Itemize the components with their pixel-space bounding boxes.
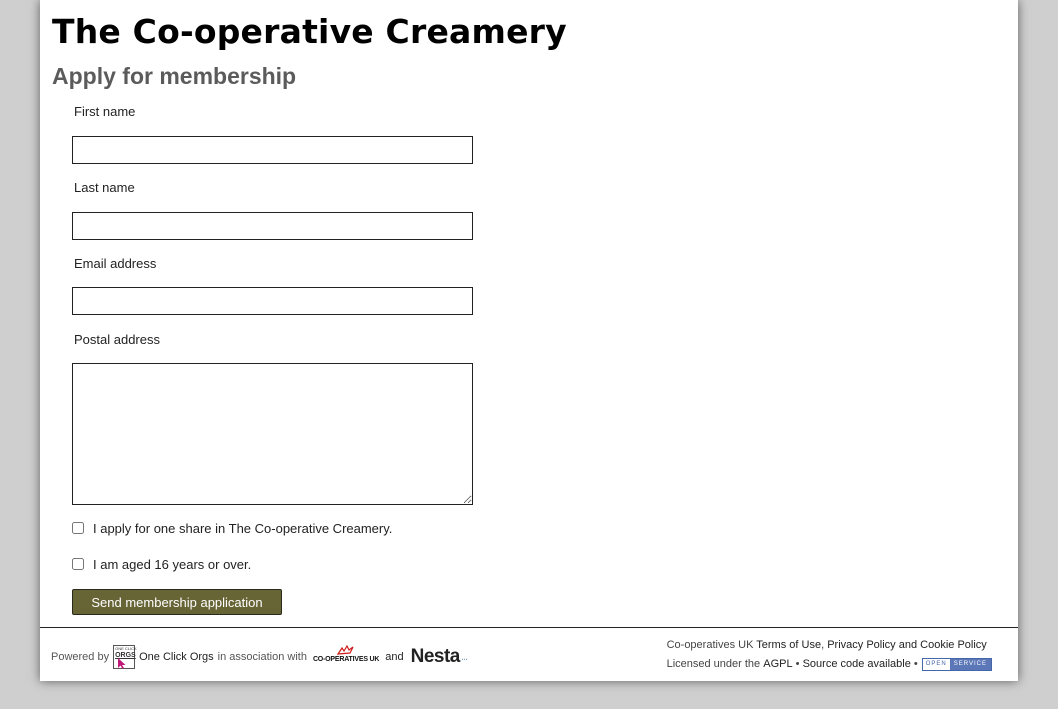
footer-divider <box>40 627 1018 628</box>
one-click-orgs-logo-icon[interactable]: ONE CLICK ORGS <box>113 645 137 669</box>
postal-address-textarea[interactable] <box>72 363 473 505</box>
coops-uk-text: Co-operatives UK <box>666 639 754 651</box>
association-text: in association with <box>217 651 307 663</box>
privacy-link[interactable]: Privacy Policy <box>827 639 895 651</box>
open-service-badge-icon[interactable]: OPEN SERVICE <box>921 657 992 671</box>
send-application-button[interactable]: Send membership application <box>72 589 282 615</box>
page-container: The Co-operative Creamery Apply for memb… <box>40 0 1018 681</box>
age-checkbox-row: I am aged 16 years or over. <box>72 556 251 572</box>
and-text: and <box>385 651 404 663</box>
email-input[interactable] <box>72 287 473 315</box>
bullet-2: • <box>913 658 918 670</box>
first-name-input[interactable] <box>72 136 473 164</box>
footer-credits: Powered by ONE CLICK ORGS One Click Orgs… <box>51 644 468 670</box>
share-checkbox-label: I apply for one share in The Co-operativ… <box>93 520 393 536</box>
open-service-badge-a: OPEN <box>922 658 950 670</box>
share-checkbox[interactable] <box>72 522 84 534</box>
postal-address-label: Postal address <box>74 332 160 347</box>
license-text: Licensed under the <box>666 658 761 670</box>
last-name-label: Last name <box>74 180 135 195</box>
coop-birds-icon <box>336 645 354 655</box>
agpl-link[interactable]: AGPL <box>763 656 792 672</box>
comma-text: , <box>821 639 825 651</box>
email-label: Email address <box>74 256 157 271</box>
co-operatives-uk-logo-icon[interactable]: CO-OPERATIVES UK <box>313 645 379 663</box>
powered-by-text: Powered by <box>51 651 110 663</box>
bullet-1: • <box>795 658 800 670</box>
footer-legal: Co-operatives UK Terms of Use, Privacy P… <box>667 638 992 672</box>
oco-logo-small-text: ONE CLICK <box>115 646 137 651</box>
first-name-label: First name <box>74 104 136 119</box>
open-service-badge-b: SERVICE <box>949 658 991 670</box>
nesta-logo-icon[interactable]: Nesta <box>411 646 461 668</box>
source-code-link[interactable]: Source code available <box>803 656 911 672</box>
nesta-dots: ... <box>460 651 468 663</box>
cursor-icon <box>118 658 126 669</box>
age-checkbox-label: I am aged 16 years or over. <box>93 556 252 572</box>
last-name-input[interactable] <box>72 212 473 240</box>
share-checkbox-row: I apply for one share in The Co-operativ… <box>72 520 392 536</box>
page-heading: Apply for membership <box>52 63 297 89</box>
age-checkbox[interactable] <box>72 558 84 570</box>
site-title: The Co-operative Creamery <box>52 12 567 51</box>
one-click-orgs-link[interactable]: One Click Orgs <box>139 651 214 663</box>
terms-link[interactable]: Terms of Use <box>756 639 821 651</box>
and-text-2: and <box>898 639 918 651</box>
cookie-link[interactable]: Cookie Policy <box>920 639 987 651</box>
coop-logo-text: CO-OPERATIVES UK <box>312 656 380 663</box>
